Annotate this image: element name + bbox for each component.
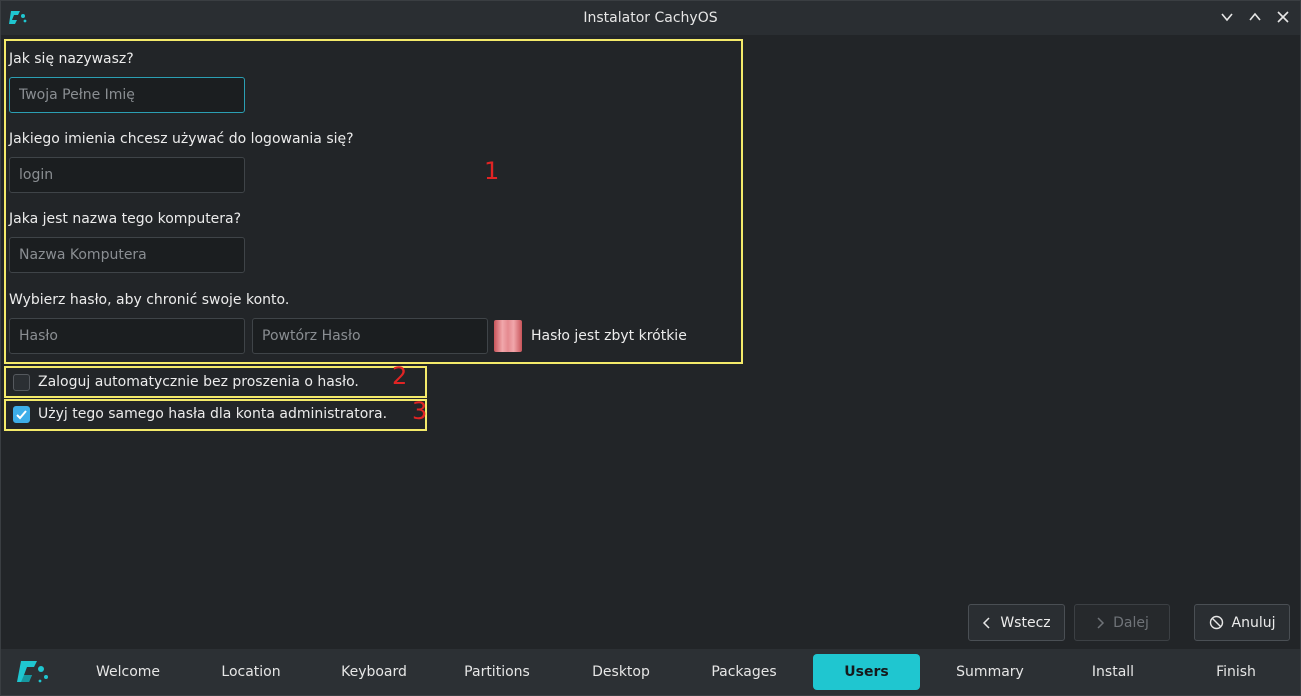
cancel-button[interactable]: Anuluj — [1194, 604, 1290, 641]
password-strength-indicator — [494, 320, 522, 352]
cancel-icon — [1209, 615, 1223, 630]
password-label: Wybierz hasło, aby chronić swoje konto. — [9, 292, 290, 308]
next-button[interactable]: Dalej — [1074, 604, 1170, 641]
steps-bar: Welcome Location Keyboard Partitions Des… — [1, 649, 1300, 695]
login-label: Jakiego imienia chcesz używać do logowan… — [9, 131, 354, 147]
title-bar: Instalator CachyOS — [1, 1, 1300, 35]
hostname-label: Jaka jest nazwa tego komputera? — [9, 211, 242, 227]
annotation-marker-1: 1 — [484, 157, 500, 185]
back-button-label: Wstecz — [1000, 614, 1051, 631]
cachyos-logo-icon — [9, 11, 27, 24]
next-button-label: Dalej — [1113, 614, 1149, 631]
step-welcome: Welcome — [95, 664, 161, 680]
step-partitions: Partitions — [464, 664, 530, 680]
step-location: Location — [221, 664, 281, 680]
login-input[interactable] — [9, 157, 245, 193]
step-summary: Summary — [956, 664, 1024, 680]
window-title: Instalator CachyOS — [583, 10, 718, 26]
password-repeat-input[interactable] — [252, 318, 488, 354]
autologin-label: Zaloguj automatycznie bez proszenia o ha… — [38, 374, 359, 390]
checkmark-icon — [16, 410, 27, 420]
autologin-checkbox[interactable] — [13, 374, 30, 391]
chevron-right-icon — [1097, 616, 1105, 629]
installer-window: Instalator CachyOS Jak się nazywasz? Jak… — [0, 0, 1301, 696]
step-keyboard: Keyboard — [341, 664, 407, 680]
full-name-input[interactable] — [9, 77, 245, 113]
step-users: Users — [813, 654, 920, 690]
step-finish: Finish — [1216, 664, 1256, 680]
same-admin-password-checkbox[interactable] — [13, 406, 30, 423]
chevron-down-icon — [1221, 13, 1233, 22]
annotation-marker-2: 2 — [392, 362, 408, 390]
step-packages: Packages — [711, 664, 777, 680]
close-icon — [1277, 11, 1289, 23]
same-admin-password-label: Użyj tego samego hasła dla konta adminis… — [38, 406, 388, 422]
cachyos-logo-icon — [17, 661, 48, 683]
password-status-text: Hasło jest zbyt krótkie — [531, 328, 687, 344]
minimize-button[interactable] — [1216, 6, 1238, 28]
name-label: Jak się nazywasz? — [9, 51, 134, 67]
maximize-button[interactable] — [1244, 6, 1266, 28]
step-install: Install — [1091, 664, 1135, 680]
window-controls — [1216, 6, 1294, 28]
annotation-marker-3: 3 — [412, 397, 428, 425]
back-button[interactable]: Wstecz — [968, 604, 1065, 641]
users-page: Jak się nazywasz? Jakiego imienia chcesz… — [1, 35, 1300, 595]
close-button[interactable] — [1272, 6, 1294, 28]
chevron-left-icon — [983, 616, 990, 629]
password-input[interactable] — [9, 318, 245, 354]
step-desktop: Desktop — [592, 664, 650, 680]
cancel-button-label: Anuluj — [1231, 614, 1276, 631]
hostname-input[interactable] — [9, 237, 245, 273]
chevron-up-icon — [1249, 12, 1261, 21]
